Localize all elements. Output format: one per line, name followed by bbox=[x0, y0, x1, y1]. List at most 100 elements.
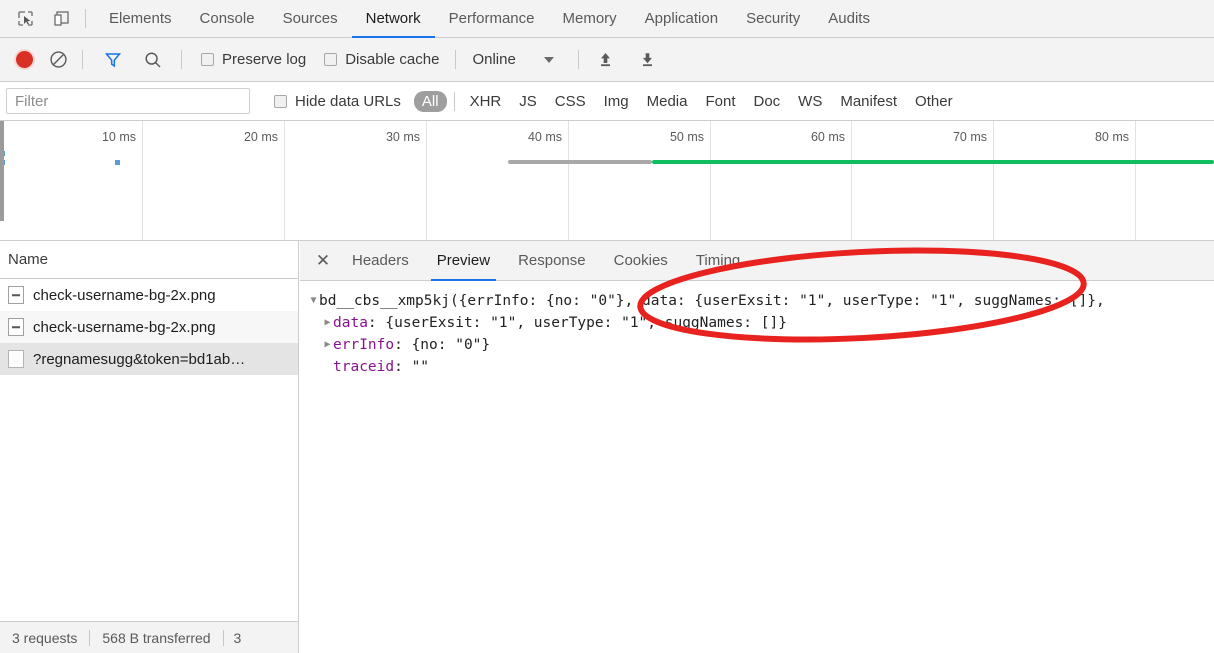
disable-cache-checkbox[interactable]: Disable cache bbox=[324, 51, 439, 68]
timeline-tick-label: 50 ms bbox=[669, 130, 704, 144]
overview-window-handle[interactable] bbox=[0, 121, 4, 221]
toggle-device-toolbar-icon[interactable] bbox=[46, 4, 76, 34]
filter-funnel-icon[interactable] bbox=[104, 51, 122, 69]
filter-type-doc[interactable]: Doc bbox=[745, 91, 788, 112]
network-overview-timeline[interactable]: 10 ms 20 ms 30 ms 40 ms 50 ms 60 ms 70 ms 80 ms bbox=[0, 121, 1214, 241]
tab-memory[interactable]: Memory bbox=[549, 0, 631, 38]
search-icon[interactable] bbox=[144, 51, 162, 69]
timeline-tick-label: 40 ms bbox=[527, 130, 562, 144]
inspect-element-icon[interactable] bbox=[10, 4, 40, 34]
detail-tab-headers[interactable]: Headers bbox=[338, 241, 423, 281]
filter-type-media[interactable]: Media bbox=[639, 91, 696, 112]
hide-data-urls-checkbox[interactable]: Hide data URLs bbox=[274, 93, 401, 110]
disable-cache-label: Disable cache bbox=[345, 51, 440, 68]
timeline-gridline bbox=[710, 121, 711, 240]
export-har-icon[interactable] bbox=[633, 45, 663, 75]
tab-audits[interactable]: Audits bbox=[814, 0, 884, 38]
filter-type-all[interactable]: All bbox=[413, 90, 447, 112]
filter-type-js[interactable]: JS bbox=[511, 91, 545, 112]
filter-type-xhr[interactable]: XHR bbox=[462, 91, 510, 112]
detail-tabbar: ✕ Headers Preview Response Cookies Timing bbox=[300, 241, 1214, 281]
timeline-gridline bbox=[851, 121, 852, 240]
record-button[interactable] bbox=[16, 51, 33, 68]
tab-security[interactable]: Security bbox=[732, 0, 814, 38]
timeline-gridline bbox=[284, 121, 285, 240]
tab-application[interactable]: Application bbox=[631, 0, 732, 38]
filter-type-manifest[interactable]: Manifest bbox=[832, 91, 905, 112]
preview-line: ▶ errInfo: {no: "0"} bbox=[308, 334, 1214, 356]
request-row[interactable]: ?regnamesugg&token=bd1ab… bbox=[0, 343, 298, 375]
chevron-down-icon[interactable] bbox=[543, 56, 554, 63]
json-value: : "" bbox=[394, 359, 430, 375]
detail-tab-cookies[interactable]: Cookies bbox=[600, 241, 682, 281]
detail-tab-preview[interactable]: Preview bbox=[423, 241, 504, 281]
preview-line: ▼ bd__cbs__xmp5kj({errInfo: {no: "0"}, da… bbox=[308, 290, 1214, 312]
filter-input[interactable] bbox=[6, 88, 250, 114]
request-name: check-username-bg-2x.png bbox=[33, 286, 216, 304]
toolbar-divider bbox=[85, 9, 86, 28]
resource-type-filters: All XHR JS CSS Img Media Font Doc WS Manifest Othe… bbox=[413, 90, 962, 112]
filter-type-img[interactable]: Img bbox=[596, 91, 637, 112]
detail-tab-timing[interactable]: Timing bbox=[682, 241, 754, 281]
tab-label: Audits bbox=[828, 10, 870, 27]
filter-type-ws[interactable]: WS bbox=[790, 91, 830, 112]
tab-elements[interactable]: Elements bbox=[95, 0, 186, 38]
import-har-icon[interactable] bbox=[591, 45, 621, 75]
checkbox-box bbox=[274, 94, 287, 108]
requests-list: check-username-bg-2x.png check-username-b… bbox=[0, 279, 298, 375]
request-name: check-username-bg-2x.png bbox=[33, 318, 216, 336]
filter-type-other[interactable]: Other bbox=[907, 91, 961, 112]
tab-label: Console bbox=[199, 10, 255, 27]
detail-tab-response[interactable]: Response bbox=[504, 241, 600, 281]
devtools-window: Elements Console Sources Network Performance… bbox=[0, 0, 1214, 653]
preserve-log-label: Preserve log bbox=[222, 51, 307, 68]
devtools-main-tabbar: Elements Console Sources Network Performance… bbox=[0, 0, 1214, 38]
tab-label: Network bbox=[365, 10, 421, 27]
throttling-select[interactable]: Online bbox=[472, 51, 515, 68]
checkbox-box bbox=[201, 53, 214, 66]
timeline-tick-label: 70 ms bbox=[952, 130, 987, 144]
status-overflow: 3 bbox=[233, 629, 242, 646]
request-row[interactable]: check-username-bg-2x.png bbox=[0, 279, 298, 311]
filter-type-css[interactable]: CSS bbox=[547, 91, 594, 112]
request-row[interactable]: check-username-bg-2x.png bbox=[0, 311, 298, 343]
request-bar-green bbox=[652, 160, 1214, 164]
preview-content: ▼ bd__cbs__xmp5kj({errInfo: {no: "0"}, da… bbox=[300, 282, 1214, 653]
request-bar-gray bbox=[508, 160, 652, 164]
hide-data-urls-label: Hide data URLs bbox=[295, 92, 401, 110]
timeline-tick-label: 80 ms bbox=[1094, 130, 1129, 144]
timeline-event-marker bbox=[115, 160, 120, 165]
status-bar: 3 requests 568 B transferred 3 bbox=[0, 621, 298, 653]
tab-sources[interactable]: Sources bbox=[269, 0, 352, 38]
image-file-icon bbox=[8, 318, 24, 336]
chevron-right-icon[interactable]: ▶ bbox=[322, 334, 333, 356]
chevron-down-icon[interactable]: ▼ bbox=[308, 290, 319, 312]
toolbar-divider bbox=[455, 50, 457, 69]
requests-list-pane: Name check-username-bg-2x.png check-usern… bbox=[0, 241, 299, 653]
filter-type-font[interactable]: Font bbox=[697, 91, 743, 112]
request-detail-pane: ✕ Headers Preview Response Cookies Timing ▼ b… bbox=[300, 241, 1214, 653]
preview-line: traceid: "" bbox=[308, 356, 1214, 378]
column-header-name: Name bbox=[8, 251, 49, 268]
filter-divider bbox=[453, 91, 455, 111]
clear-button[interactable] bbox=[49, 50, 68, 69]
json-value: : {no: "0"} bbox=[394, 337, 491, 353]
requests-column-header[interactable]: Name bbox=[0, 241, 298, 279]
tab-console[interactable]: Console bbox=[186, 0, 269, 38]
transferred-size: 568 B transferred bbox=[102, 629, 211, 646]
json-key: traceid bbox=[333, 359, 395, 375]
tab-label: Memory bbox=[562, 10, 617, 27]
tab-performance[interactable]: Performance bbox=[435, 0, 549, 38]
network-toolbar: Preserve log Disable cache Online bbox=[0, 38, 1214, 82]
request-name: ?regnamesugg&token=bd1ab… bbox=[33, 350, 246, 368]
timeline-gridline bbox=[142, 121, 143, 240]
tab-label: Elements bbox=[109, 10, 172, 27]
tab-label: Sources bbox=[282, 10, 338, 27]
json-value: bd__cbs__xmp5kj({errInfo: {no: "0"}, dat… bbox=[319, 293, 1105, 309]
close-icon[interactable]: ✕ bbox=[308, 246, 338, 276]
tab-network[interactable]: Network bbox=[351, 0, 435, 38]
preserve-log-checkbox[interactable]: Preserve log bbox=[201, 51, 306, 68]
chevron-right-icon[interactable]: ▶ bbox=[322, 312, 333, 334]
document-file-icon bbox=[8, 350, 24, 368]
filter-bar: Hide data URLs All XHRJSCSSImgMediaFontDo… bbox=[0, 82, 1214, 121]
